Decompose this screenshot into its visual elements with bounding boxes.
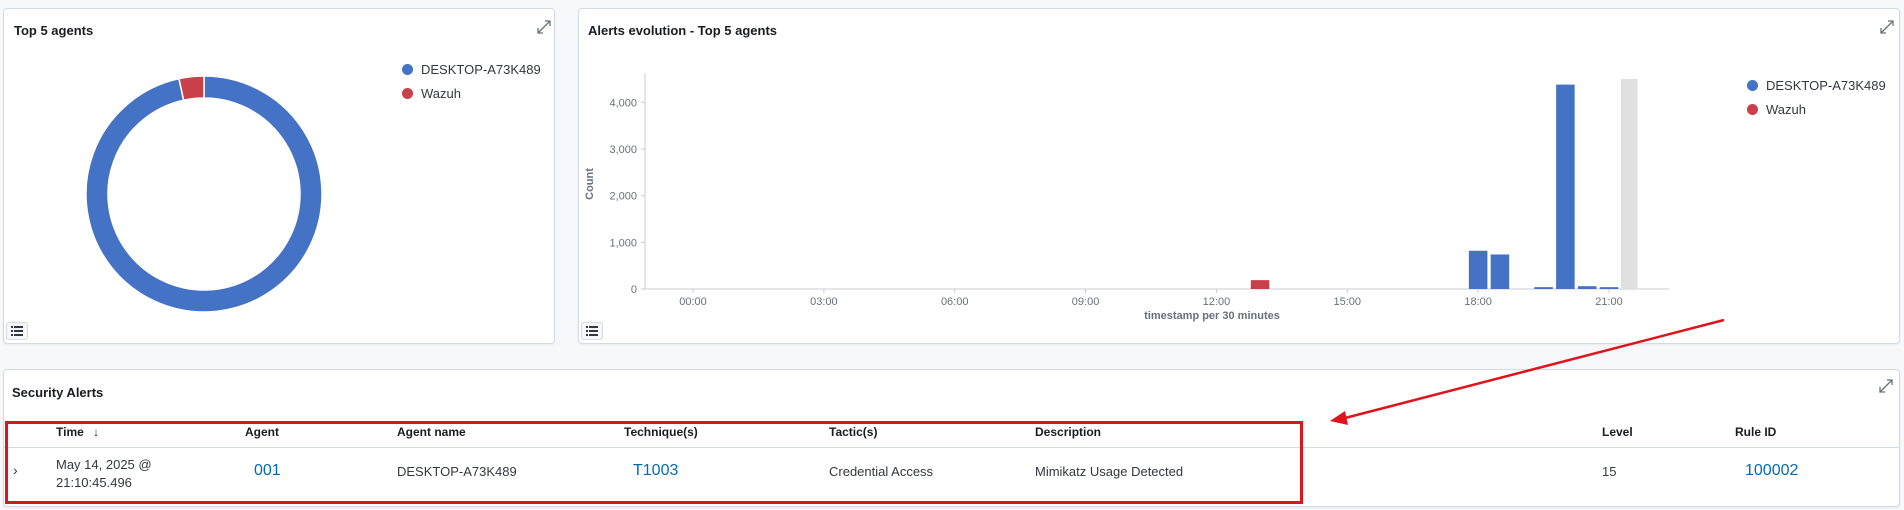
legend-label: Wazuh [1766, 101, 1806, 117]
x-tick-label: 15:00 [1334, 296, 1362, 308]
donut-legend: DESKTOP-A73K489 Wazuh [402, 57, 541, 105]
column-header-rule-id[interactable]: Rule ID [1735, 425, 1776, 439]
legend-label: Wazuh [421, 85, 461, 101]
bar[interactable] [1250, 280, 1270, 289]
list-icon [586, 326, 598, 336]
table-header: Time ↓ Agent Agent name Technique(s) Tac… [4, 425, 1899, 445]
legend-dot [1747, 79, 1758, 91]
hover-highlight-column [1620, 79, 1638, 289]
toggle-legend-button[interactable] [581, 322, 603, 340]
legend-item[interactable]: Wazuh [1747, 97, 1886, 121]
x-tick-label: 21:00 [1595, 296, 1623, 308]
toggle-legend-button[interactable] [6, 322, 28, 340]
alert-time: May 14, 2025 @ 21:10:45.496 [56, 457, 152, 490]
y-axis-label: Count [584, 168, 596, 200]
y-tick-label: 4,000 [609, 97, 637, 109]
legend-dot [402, 63, 413, 75]
legend-dot [402, 87, 413, 99]
legend-item[interactable]: DESKTOP-A73K489 [402, 57, 541, 81]
x-tick-label: 12:00 [1203, 296, 1231, 308]
rule-id-link[interactable]: 100002 [1745, 462, 1798, 480]
agent-id-link[interactable]: 001 [254, 462, 281, 480]
bar[interactable] [1490, 254, 1510, 289]
column-header-tactic[interactable]: Tactic(s) [829, 425, 877, 439]
description: Mimikatz Usage Detected [1035, 464, 1184, 479]
legend-label: DESKTOP-A73K489 [1766, 77, 1886, 93]
legend-label: DESKTOP-A73K489 [421, 61, 541, 77]
pie-slice[interactable] [85, 75, 323, 313]
level: 15 [1602, 464, 1617, 479]
expand-row-icon[interactable]: › [13, 462, 18, 478]
x-tick-label: 09:00 [1072, 296, 1100, 308]
expand-icon[interactable] [1878, 378, 1894, 394]
x-tick-label: 06:00 [941, 296, 969, 308]
x-tick-label: 00:00 [679, 296, 707, 308]
x-tick-label: 18:00 [1464, 296, 1492, 308]
alerts-evolution-panel: Alerts evolution - Top 5 agents 0 1,000 2,… [578, 8, 1900, 344]
bar[interactable] [1534, 287, 1553, 289]
technique-link[interactable]: T1003 [633, 462, 678, 480]
bar[interactable] [1577, 286, 1597, 289]
legend-item[interactable]: DESKTOP-A73K489 [1747, 73, 1886, 97]
agent-name: DESKTOP-A73K489 [397, 464, 517, 479]
column-header-agent[interactable]: Agent [245, 425, 279, 439]
column-header-time[interactable]: Time ↓ [56, 425, 99, 439]
y-tick-label: 1,000 [609, 237, 637, 249]
bar-legend: DESKTOP-A73K489 Wazuh [1747, 73, 1886, 121]
column-header-level[interactable]: Level [1602, 425, 1633, 439]
list-icon [11, 326, 23, 336]
top-agents-panel: Top 5 agents DESKTOP-A73K489 Wazuh [3, 8, 555, 344]
x-tick-label: 03:00 [810, 296, 838, 308]
column-header-description[interactable]: Description [1035, 425, 1101, 439]
legend-item[interactable]: Wazuh [402, 81, 541, 105]
bar-chart: 0 1,000 2,000 3,000 4,000 00:00 03:00 06:00 09:0… [584, 73, 1669, 322]
panel-title: Security Alerts [12, 385, 104, 400]
bar[interactable] [1468, 250, 1488, 289]
column-header-technique[interactable]: Technique(s) [624, 425, 698, 439]
bar[interactable] [1599, 287, 1619, 289]
y-tick-label: 3,000 [609, 144, 637, 156]
panel-title: Top 5 agents [14, 23, 94, 38]
y-tick-label: 2,000 [609, 191, 637, 203]
pie-slice[interactable] [178, 75, 205, 102]
security-alerts-panel: Security Alerts Time ↓ Agent Agent name … [3, 369, 1900, 507]
sort-descending-icon[interactable]: ↓ [93, 425, 99, 439]
x-axis-label: timestamp per 30 minutes [1144, 310, 1280, 322]
legend-dot [1747, 103, 1758, 115]
column-header-agent-name[interactable]: Agent name [397, 425, 466, 439]
expand-icon[interactable] [536, 19, 552, 35]
table-row[interactable]: › May 14, 2025 @ 21:10:45.496 001 DESKTO… [4, 448, 1899, 506]
donut-chart [85, 75, 323, 313]
tactic: Credential Access [829, 464, 934, 479]
bar[interactable] [1556, 84, 1575, 289]
y-tick-label: 0 [631, 284, 637, 296]
